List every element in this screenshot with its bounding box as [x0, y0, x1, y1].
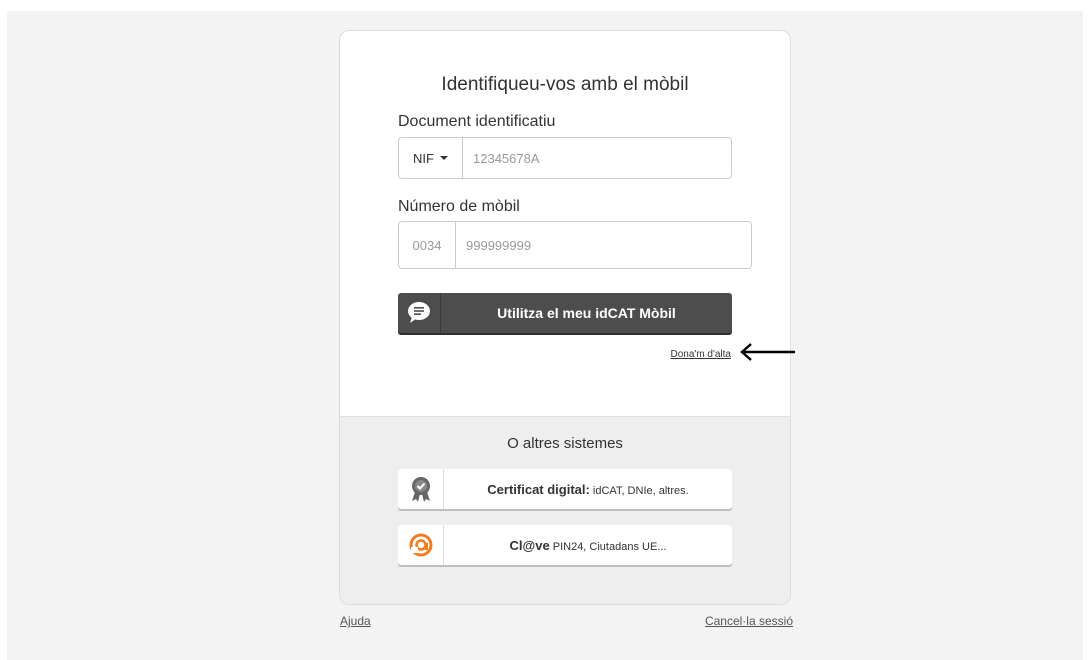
clave-button[interactable]: Cl@ve PIN24, Ciutadans UE...: [398, 525, 732, 565]
clave-title: Cl@ve: [509, 537, 550, 553]
mobile-input[interactable]: [456, 222, 751, 268]
clave-label: Cl@ve PIN24, Ciutadans UE...: [444, 538, 732, 553]
idcat-mobil-button[interactable]: Utilitza el meu idCAT Mòbil: [398, 293, 732, 333]
login-card: Identifiqueu-vos amb el mòbil Document i…: [339, 30, 791, 605]
digital-certificate-desc: idCAT, DNIe, altres.: [592, 484, 689, 497]
help-link[interactable]: Ajuda: [340, 614, 371, 628]
digital-certificate-button[interactable]: Certificat digital: idCAT, DNIe, altres.: [398, 469, 732, 509]
signup-link[interactable]: Dona'm d'alta: [670, 349, 731, 360]
idcat-mobil-button-label: Utilitza el meu idCAT Mòbil: [497, 305, 676, 321]
clave-at-icon: [398, 525, 444, 565]
document-input[interactable]: [463, 138, 731, 178]
login-title: Identifiqueu-vos amb el mòbil: [441, 74, 689, 95]
clave-desc: PIN24, Ciutadans UE...: [552, 540, 667, 553]
mobile-field: 0034: [398, 221, 752, 269]
document-type-value: NIF: [413, 150, 434, 166]
cancel-session-link[interactable]: Cancel·la sessió: [705, 614, 793, 628]
chat-bubble-icon: [398, 293, 441, 333]
other-systems-section: O altres sistemes Certificat digital: id…: [340, 416, 790, 604]
document-type-dropdown[interactable]: NIF: [399, 138, 463, 178]
certificate-badge-icon: [398, 469, 444, 509]
document-field: NIF: [398, 137, 732, 179]
digital-certificate-label: Certificat digital: idCAT, DNIe, altres.: [444, 482, 732, 497]
mobile-country-prefix: 0034: [399, 222, 456, 268]
arrow-left-icon: [738, 342, 796, 367]
document-label: Document identificatiu: [398, 113, 556, 130]
other-systems-title: O altres sistemes: [507, 435, 623, 452]
mobile-label: Número de mòbil: [398, 198, 520, 215]
digital-certificate-title: Certificat digital:: [487, 481, 590, 497]
caret-down-icon: [439, 156, 448, 160]
